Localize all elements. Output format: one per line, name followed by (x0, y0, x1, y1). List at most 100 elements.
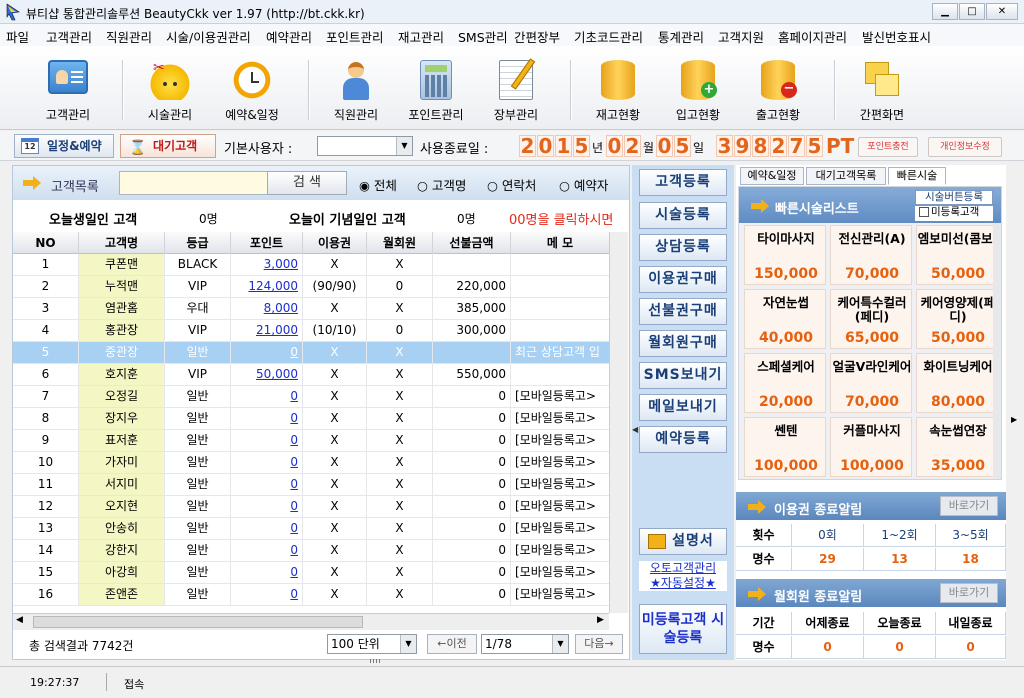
privacy-edit-button[interactable]: 개인정보수정 (928, 137, 1002, 157)
menu-item-homepage[interactable]: 홈페이지관리 (778, 27, 847, 46)
toolbar-point-button[interactable]: 포인트관리 (396, 60, 476, 123)
table-row[interactable]: 1 쿠폰맨 BLACK 3,000 X X (13, 254, 609, 276)
row-point-text[interactable]: 0 (290, 455, 298, 469)
ticket-count[interactable]: 13 (864, 548, 936, 571)
row-point-text[interactable]: 0 (290, 587, 298, 601)
auto-customer-link[interactable]: 오토고객관리 ★자동설정★ (639, 561, 727, 591)
member-goto-button[interactable]: 바로가기 (940, 583, 998, 603)
collapse-left-icon[interactable]: ◀ (632, 425, 638, 449)
quick-treatment-tile[interactable]: 화이트닝케어 80,000 (916, 353, 998, 413)
toolbar-reservation-button[interactable]: 예약&일정 (212, 60, 292, 123)
row-point-text[interactable]: 124,000 (248, 279, 298, 293)
row-point[interactable]: 0 (231, 452, 303, 473)
scroll-left-icon[interactable]: ◀ (16, 615, 23, 625)
row-point-text[interactable]: 0 (290, 433, 298, 447)
toolbar-staff-button[interactable]: 직원관리 (316, 60, 396, 123)
toolbar-stock-button[interactable]: 재고현황 (578, 60, 658, 123)
row-point-text[interactable]: 50,000 (256, 367, 298, 381)
quick-treatment-tile[interactable]: 타이마사지 150,000 (744, 225, 826, 285)
quick-treatment-tile[interactable]: 얼굴V라인케어 70,000 (830, 353, 912, 413)
search-button[interactable]: 검 색 (267, 171, 347, 195)
toolbar-customer-button[interactable]: 고객관리 (28, 60, 108, 123)
close-button[interactable]: ✕ (986, 3, 1018, 20)
row-point[interactable]: 0 (231, 386, 303, 407)
radio-name[interactable]: ○ 고객명 (417, 175, 466, 194)
menu-item-customer[interactable]: 고객관리 (46, 27, 92, 46)
row-point[interactable]: 50,000 (231, 364, 303, 385)
row-point-text[interactable]: 3,000 (264, 257, 298, 271)
row-point[interactable]: 124,000 (231, 276, 303, 297)
tab-waiting[interactable]: 대기고객목록 (806, 167, 886, 185)
monthly-buy-button[interactable]: 월회원구매 (639, 330, 727, 357)
quick-treatment-tile[interactable]: 커플마사지 100,000 (830, 417, 912, 477)
table-row[interactable]: 5 중관장 일반 0 X X 최근 상담고객 입 (13, 342, 609, 364)
col-no[interactable]: NO (13, 232, 79, 254)
prepaid-buy-button[interactable]: 선불권구매 (639, 298, 727, 325)
scroll-thumb[interactable] (33, 616, 363, 628)
next-page-button[interactable]: 다음→ (575, 634, 623, 654)
menu-item-inventory[interactable]: 재고관리 (398, 27, 444, 46)
row-point[interactable]: 3,000 (231, 254, 303, 275)
menu-item-staff[interactable]: 직원관리 (106, 27, 152, 46)
schedule-button[interactable]: 12 일정&예약 (14, 134, 114, 158)
member-count[interactable]: 0 (864, 636, 936, 659)
menu-item-ledger[interactable]: 간편장부 (514, 27, 560, 46)
ticket-buy-button[interactable]: 이용권구매 (639, 266, 727, 293)
table-row[interactable]: 2 누적맨 VIP 124,000 (90/90) 0 220,000 (13, 276, 609, 298)
minimize-button[interactable]: ▁ (932, 3, 958, 20)
col-ticket[interactable]: 이용권 (303, 232, 367, 254)
col-name[interactable]: 고객명 (79, 232, 165, 254)
table-row[interactable]: 16 존앤존 일반 0 X X 0 [모바일등록고> (13, 584, 609, 606)
table-row[interactable]: 7 오정길 일반 0 X X 0 [모바일등록고> (13, 386, 609, 408)
member-count[interactable]: 0 (792, 636, 864, 659)
quick-treatment-tile[interactable]: 케어영양제(페디) 50,000 (916, 289, 998, 349)
row-point[interactable]: 0 (231, 342, 303, 363)
row-point[interactable]: 21,000 (231, 320, 303, 341)
menu-item-support[interactable]: 고객지원 (718, 27, 764, 46)
row-point-text[interactable]: 0 (290, 411, 298, 425)
menu-item-caller-id[interactable]: 발신번호표시 (862, 27, 931, 46)
quick-treatment-tile[interactable]: 케어특수컬러(페디) 65,000 (830, 289, 912, 349)
maximize-button[interactable]: □ (959, 3, 985, 20)
row-point[interactable]: 0 (231, 408, 303, 429)
quick-treatment-tile[interactable]: 엠보미선(콤보) 50,000 (916, 225, 998, 285)
table-row[interactable]: 8 장지우 일반 0 X X 0 [모바일등록고> (13, 408, 609, 430)
splitter-grip[interactable] (370, 659, 380, 663)
row-point-text[interactable]: 0 (290, 499, 298, 513)
row-point[interactable]: 0 (231, 540, 303, 561)
table-row[interactable]: 10 가자미 일반 0 X X 0 [모바일등록고> (13, 452, 609, 474)
horizontal-scrollbar[interactable]: ◀ ▶ (13, 613, 609, 630)
point-charge-button[interactable]: 포인트충전 (858, 137, 918, 157)
tab-quick[interactable]: 빠른시술 (888, 167, 946, 185)
row-point[interactable]: 0 (231, 474, 303, 495)
radio-phone[interactable]: ○ 연락처 (487, 175, 536, 194)
row-point-text[interactable]: 8,000 (264, 301, 298, 315)
ticket-count[interactable]: 18 (936, 548, 1006, 571)
unregistered-treatment-button[interactable]: 미등록고객 시술등록 (639, 604, 727, 654)
col-point[interactable]: 포인트 (231, 232, 303, 254)
row-point-text[interactable]: 21,000 (256, 323, 298, 337)
row-point-text[interactable]: 0 (290, 565, 298, 579)
row-point[interactable]: 0 (231, 584, 303, 605)
col-memo[interactable]: 메 모 (511, 232, 609, 254)
unregistered-checkbox[interactable]: 미등록고객 (915, 206, 993, 221)
treatment-button-register[interactable]: 시술버튼등록 (915, 190, 993, 205)
treatment-register-button[interactable]: 시술등록 (639, 202, 727, 229)
quick-treatment-tile[interactable]: 스페셜케어 20,000 (744, 353, 826, 413)
page-select[interactable]: 1/78 ▼ (481, 634, 569, 654)
row-point-text[interactable]: 0 (290, 477, 298, 491)
ticket-count[interactable]: 29 (792, 548, 864, 571)
table-row[interactable]: 14 강한지 일반 0 X X 0 [모바일등록고> (13, 540, 609, 562)
row-point[interactable]: 0 (231, 518, 303, 539)
table-row[interactable]: 6 호지훈 VIP 50,000 X X 550,000 (13, 364, 609, 386)
table-row[interactable]: 3 염관홈 우대 8,000 X X 385,000 (13, 298, 609, 320)
send-sms-button[interactable]: SMS보내기 (639, 362, 727, 389)
col-monthly[interactable]: 월회원 (367, 232, 433, 254)
row-point-text[interactable]: 0 (290, 345, 298, 359)
toolbar-simple-view-button[interactable]: 간편화면 (842, 60, 922, 123)
quick-treatment-tile[interactable]: 자연눈썹 40,000 (744, 289, 826, 349)
prev-page-button[interactable]: ←이전 (427, 634, 477, 654)
waiting-customer-button[interactable]: ⌛ 대기고객 (120, 134, 216, 158)
table-row[interactable]: 12 오지현 일반 0 X X 0 [모바일등록고> (13, 496, 609, 518)
quick-treatment-tile[interactable]: 속눈썹연장 35,000 (916, 417, 998, 477)
